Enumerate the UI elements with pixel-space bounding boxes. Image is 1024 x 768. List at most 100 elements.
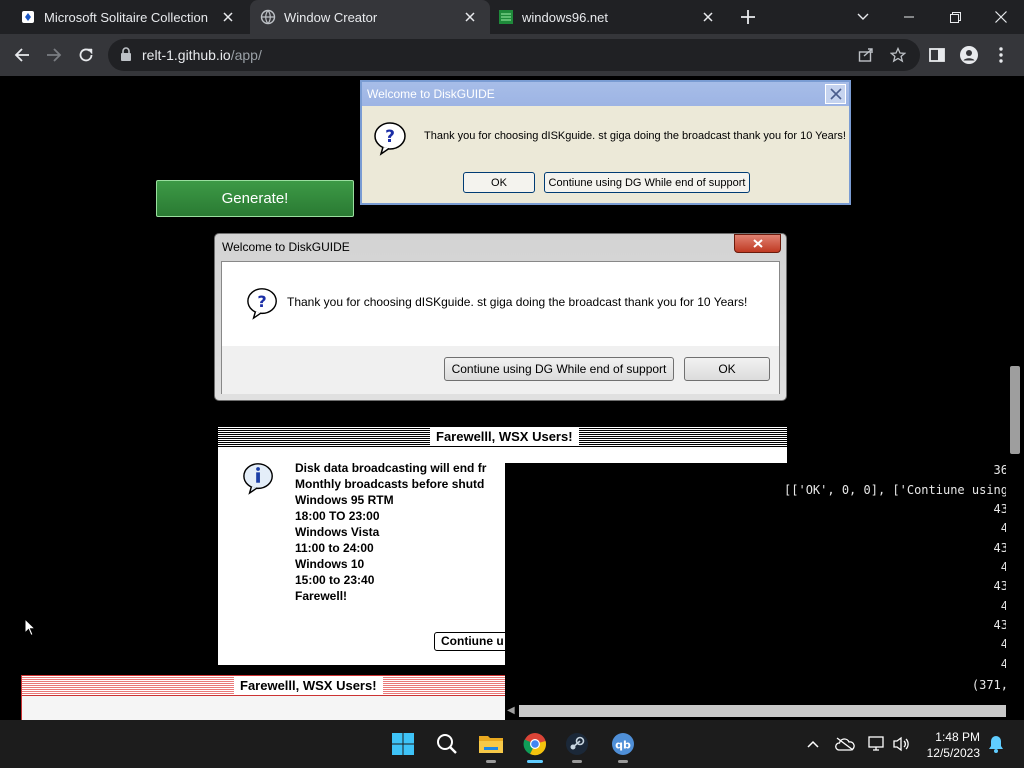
svg-text:?: ? [257,292,266,311]
tab-search-icon[interactable] [840,0,886,34]
console-horizontal-scrollbar[interactable]: ◀ [505,703,1006,720]
close-tab-icon[interactable] [218,7,238,27]
tab-window-creator[interactable]: Window Creator [250,0,490,34]
profile-icon[interactable] [958,44,980,66]
generate-button[interactable]: Generate! [156,180,354,217]
browser-tab-strip: Microsoft Solitaire Collection Window Cr… [0,0,1024,34]
windows96-icon [498,9,514,25]
ok-button[interactable]: OK [463,172,535,193]
dialog-message: Thank you for choosing dISKguide. st gig… [424,130,846,142]
menu-kebab-icon[interactable] [990,44,1012,66]
url-text: relt-1.github.io/app/ [142,47,262,63]
console-line: 43 [993,579,1006,593]
scrollbar-thumb[interactable] [1010,366,1020,454]
dialog-message: Thank you for choosing dISKguide. st gig… [287,295,748,309]
url-path: /app/ [230,47,262,63]
new-tab-button[interactable] [736,5,760,29]
search-icon[interactable] [430,727,464,761]
clock[interactable]: 1:48 PM 12/5/2023 [922,729,980,761]
taskbar: qb 1:48 PM 12/5/2023 [0,720,1024,768]
solitaire-icon [20,9,36,25]
dialog-titlebar[interactable]: Welcome to DiskGUIDE [215,234,786,260]
volume-icon[interactable] [890,733,912,755]
close-icon[interactable] [825,84,846,104]
page-vertical-scrollbar[interactable] [1006,76,1024,720]
dialog-titlebar[interactable]: Welcome to DiskGUIDE [362,82,849,106]
dialog-titlebar[interactable]: Farewelll, WSX Users! [218,427,787,447]
svg-text:qb: qb [615,739,631,752]
message-lines: Disk data broadcasting will end fr Month… [295,461,486,605]
tab-title: Microsoft Solitaire Collection [44,9,209,25]
onedrive-offline-icon[interactable] [834,733,856,755]
notification-bell-icon[interactable] [985,733,1007,755]
reload-icon[interactable] [72,41,100,69]
globe-icon [260,9,276,25]
chevron-up-icon[interactable] [802,733,824,755]
tab-windows96[interactable]: windows96.net [490,0,728,34]
network-icon[interactable] [866,733,888,755]
close-icon[interactable] [734,234,781,253]
console-line: [['OK', 0, 0], ['Contiune using [784,483,1006,497]
console-line: (371, [971,678,1006,692]
xp-dialog: Welcome to DiskGUIDE ? Thank you for cho… [360,80,851,205]
dialog-titlebar[interactable]: Farewelll, WSX Users! [22,676,510,696]
console-line: 36 [993,463,1006,477]
console-line: 43 [993,541,1006,555]
ok-button[interactable]: OK [684,357,770,381]
message-line: Windows Vista [295,525,380,539]
message-line: Farewell! [295,589,348,603]
close-tab-icon[interactable] [698,7,718,27]
message-line: Windows 10 [295,557,365,571]
clock-date: 12/5/2023 [926,746,980,760]
url-domain: relt-1.github.io [142,47,231,63]
tab-title: Window Creator [284,9,378,25]
svg-text:?: ? [385,127,395,147]
scroll-left-icon[interactable]: ◀ [507,705,515,716]
info-icon [242,461,276,500]
continue-button[interactable]: Contiune using DG While end of support [444,357,674,381]
dialog-title: Farewelll, WSX Users! [430,428,579,445]
address-bar[interactable]: relt-1.github.io/app/ [108,39,920,71]
console-line: 43 [993,618,1006,632]
chrome-icon[interactable] [518,727,552,763]
dialog-footer: Contiune using DG While end of support O… [222,346,779,394]
restore-icon[interactable] [932,0,978,34]
start-icon[interactable] [386,727,420,761]
console-output: 36 [['OK', 0, 0], ['Contiune using 43 4 … [505,463,1006,703]
message-line: Disk data broadcasting will end fr [295,461,487,475]
close-tab-icon[interactable] [460,7,480,27]
screen: Microsoft Solitaire Collection Window Cr… [0,0,1024,768]
tab-title: windows96.net [522,9,608,25]
forward-icon[interactable] [40,41,68,69]
tab-solitaire[interactable]: Microsoft Solitaire Collection [0,0,248,34]
message-line: Windows 95 RTM [295,493,394,507]
browser-toolbar: relt-1.github.io/app/ [0,34,1024,76]
dialog-title: Welcome to DiskGUIDE [222,240,350,254]
dialog-title: Welcome to DiskGUIDE [367,87,495,101]
message-line: 18:00 TO 23:00 [295,509,380,523]
running-indicator [618,760,628,763]
steam-icon[interactable] [560,727,594,763]
bookmark-star-icon[interactable] [888,45,908,65]
close-window-icon[interactable] [978,0,1024,34]
message-line: 11:00 to 24:00 [295,541,374,555]
dialog-title: Farewelll, WSX Users! [234,677,383,694]
mouse-cursor-icon [24,617,37,642]
side-panel-icon[interactable] [926,44,948,66]
question-icon: ? [246,286,280,325]
running-indicator [572,760,582,763]
message-line: 15:00 to 23:40 [295,573,375,587]
lock-icon[interactable] [120,47,132,66]
file-explorer-icon[interactable] [474,727,508,763]
page-viewport: Generate! Welcome to DiskGUIDE ? Thank y… [0,76,1006,720]
dialog-body: ? Thank you for choosing dISKguide. st g… [221,261,780,394]
share-icon[interactable] [856,45,876,65]
running-indicator [527,760,543,763]
continue-button[interactable]: Contiune using DG While end of support [544,172,750,193]
qbittorrent-icon[interactable]: qb [606,727,640,763]
minimize-icon[interactable] [886,0,932,34]
win7-dialog: Welcome to DiskGUIDE ? Thank you for cho… [214,233,787,401]
back-icon[interactable] [8,41,36,69]
scrollbar-thumb[interactable] [519,705,1006,717]
running-indicator [486,760,496,763]
